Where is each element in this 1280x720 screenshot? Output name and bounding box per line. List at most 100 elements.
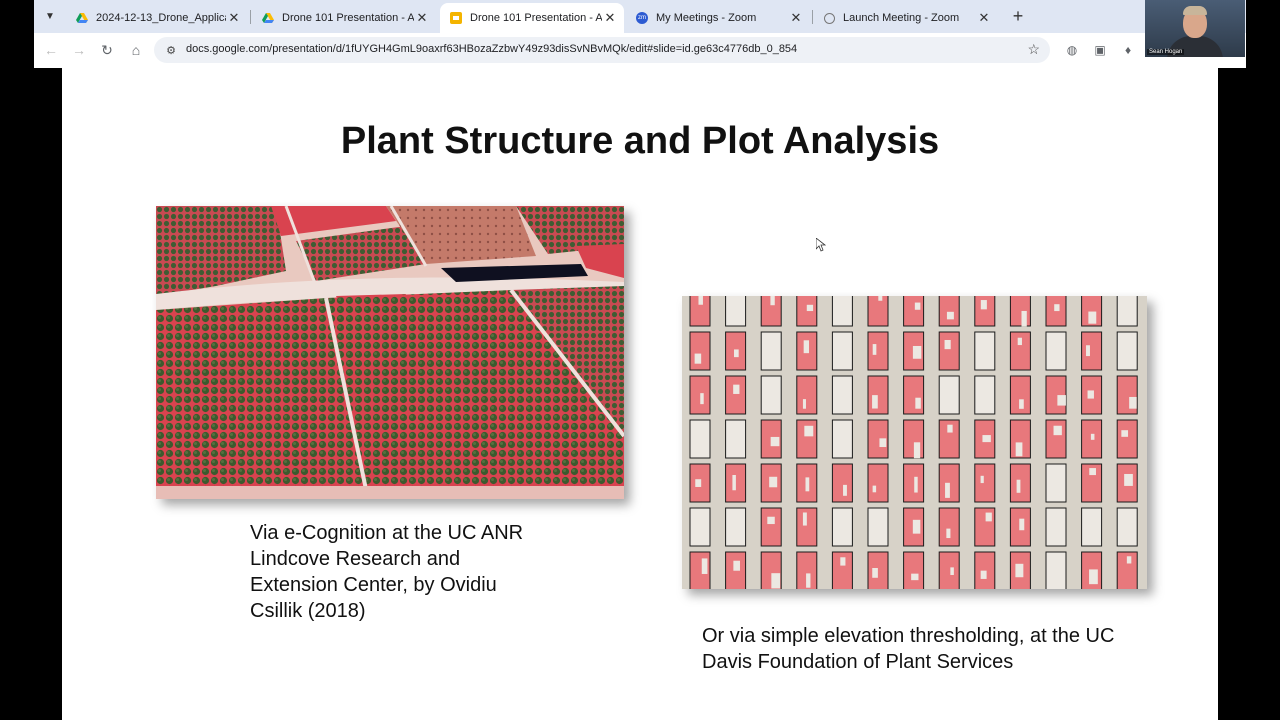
google-drive-icon [262,12,274,24]
extensions-puzzle-icon[interactable]: ♦ [1120,42,1136,58]
webcam-name-label: Sean Hogan [1147,49,1185,55]
browser-chrome: ▼ 2024-12-13_Drone_Application ✕ Drone 1… [34,0,1246,68]
arrow-left-icon: ← [44,42,58,58]
bookmark-star-icon[interactable]: ☆ [1027,41,1040,58]
arrow-right-icon: → [72,42,86,58]
plot-cell [725,375,747,415]
plot-gap [732,475,736,491]
close-icon[interactable]: ✕ [788,10,804,26]
plot-cell [689,331,711,371]
reload-icon: ↻ [101,41,113,58]
plot-gap [1057,395,1066,406]
plot-gap [733,560,740,571]
plot-cell [938,331,960,371]
plot-cell [867,375,889,415]
reload-button[interactable]: ↻ [98,41,116,59]
plot-cell [938,296,960,327]
new-tab-button[interactable]: + [1008,6,1028,26]
forward-button[interactable]: → [70,41,88,59]
tab-drone-presentation-slides[interactable]: Drone 101 Presentation - Appli ✕ [440,3,624,33]
plot-gap [912,345,922,359]
plot-gap [1015,442,1023,457]
plot-gap [695,479,702,487]
plot-gap [701,558,708,574]
address-bar[interactable]: ⚙ docs.google.com/presentation/d/1fUYGH4… [154,37,1050,63]
plot-cell [831,375,853,415]
plot-gap [950,567,954,575]
plot-gap [802,512,807,526]
plot-gap [946,528,951,539]
close-icon[interactable]: ✕ [226,10,242,26]
site-info-icon[interactable]: ⚙ [164,43,178,57]
tab-launch-meeting-zoom[interactable]: Launch Meeting - Zoom ✕ [814,3,998,33]
plot-gap [1124,473,1133,486]
tab-drone-application[interactable]: 2024-12-13_Drone_Application ✕ [66,3,248,33]
plot-gap [700,393,704,405]
plot-cell [725,419,747,459]
tab-drone-presentation-drive[interactable]: Drone 101 Presentation - Applic ✕ [252,3,436,33]
plot-cell [867,463,889,503]
plot-cell [1081,331,1103,371]
plot-cell [760,331,782,371]
plot-gap [980,570,987,579]
plot-cell [760,507,782,547]
orchard-aerial-image [156,206,624,499]
plot-cell [1009,331,1031,371]
plot-cell [867,296,889,327]
plot-gap [840,557,846,566]
plot-gap [913,442,921,459]
plot-cell [796,419,818,459]
plot-cell [1116,419,1138,459]
close-icon[interactable]: ✕ [414,10,430,26]
browser-toolbar: ← → ↻ ⌂ ⚙ docs.google.com/presentation/d… [34,33,1246,68]
back-button[interactable]: ← [42,41,60,59]
home-button[interactable]: ⌂ [127,41,145,59]
plot-gap [770,436,780,447]
plot-gap [806,304,814,312]
plot-gap [1129,396,1137,409]
plot-cell [1045,551,1067,589]
extension-skype-icon[interactable]: ◍ [1064,42,1080,58]
google-slides-icon [450,12,462,24]
zoom-icon: zm [636,12,648,24]
plot-gap [1016,479,1021,493]
webcam-video: Sean Hogan [1145,0,1245,57]
plot-cell [1081,507,1103,547]
plot-gap [980,475,984,484]
plot-gap [946,311,954,320]
plot-cell [903,296,925,327]
tab-my-meetings-zoom[interactable]: zm My Meetings - Zoom ✕ [626,3,810,33]
slide-title: Plant Structure and Plot Analysis [340,120,940,162]
plot-gap [1017,337,1022,346]
plot-cell [903,419,925,459]
tab-search-button[interactable]: ▼ [40,6,60,26]
plot-gap [982,435,991,443]
extension-cast-icon[interactable]: ▣ [1092,42,1108,58]
plot-gap [804,425,814,437]
plot-gap [1053,425,1062,436]
plot-cell [689,419,711,459]
plot-cell [831,507,853,547]
plot-gap [947,424,953,433]
plot-cell [689,507,711,547]
plot-gap [980,300,987,310]
plot-gap [915,397,921,409]
plot-gap [771,573,781,589]
plot-cell [903,463,925,503]
plot-cell [1045,375,1067,415]
plot-cell [725,296,747,327]
url-text[interactable]: docs.google.com/presentation/d/1fUYGH4Gm… [186,43,797,55]
tab-separator [250,10,251,24]
close-icon[interactable]: ✕ [976,10,992,26]
plot-gap [1121,430,1129,437]
plot-gap [1019,399,1024,409]
plot-gap [734,349,739,358]
plot-gap [1021,310,1027,327]
google-drive-icon [76,12,88,24]
plot-cell [974,463,996,503]
tab-strip: ▼ 2024-12-13_Drone_Application ✕ Drone 1… [34,0,1246,33]
close-icon[interactable]: ✕ [602,10,618,26]
globe-icon [824,12,835,24]
plot-gap [985,512,992,522]
plot-gap [1090,433,1095,440]
